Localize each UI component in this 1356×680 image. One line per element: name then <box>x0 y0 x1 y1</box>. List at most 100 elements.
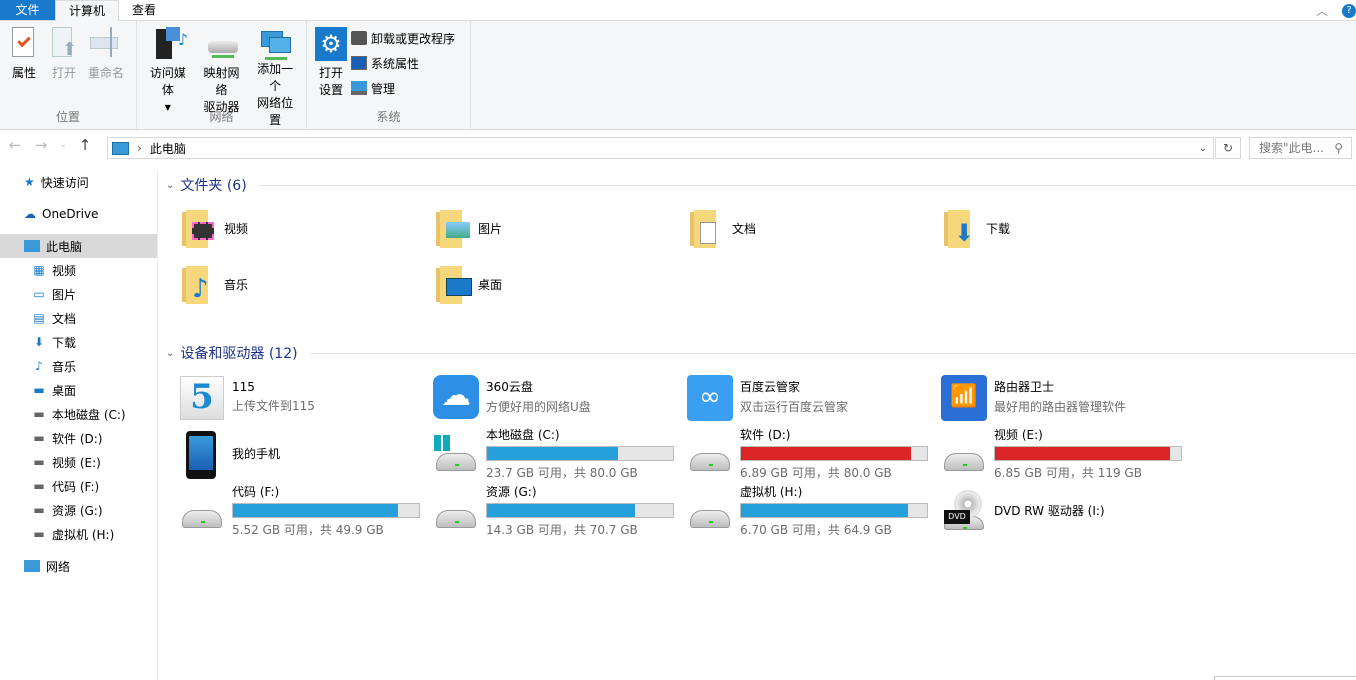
folder-item[interactable]: 图片 <box>432 200 686 256</box>
breadcrumb-this-pc[interactable]: 此电脑 <box>150 140 186 157</box>
baidu-cloud-icon: ∞ <box>686 374 733 421</box>
device-item[interactable]: ☁ 360云盘 方便好用的网络U盘 <box>432 368 686 425</box>
group-system: ⚙ 打开 设置 卸载或更改程序 系统属性 管理 系统 <box>307 21 471 129</box>
folder-label: 图片 <box>478 221 503 236</box>
sidebar-item[interactable]: ▬ 软件 (D:) <box>0 426 157 450</box>
drive-item[interactable]: 虚拟机 (H:) 6.70 GB 可用，共 64.9 GB <box>686 482 940 539</box>
group-label-network: 网络 <box>209 110 234 124</box>
drive-space-info: 6.70 GB 可用，共 64.9 GB <box>740 523 892 537</box>
manage-button[interactable]: 管理 <box>351 79 455 97</box>
sidebar-label: 图片 <box>52 287 77 302</box>
sidebar-label: 视频 (E:) <box>52 455 101 470</box>
sidebar-item[interactable]: ▬ 本地磁盘 (C:) <box>0 402 157 426</box>
sidebar-item[interactable]: ▬ 虚拟机 (H:) <box>0 522 157 546</box>
search-input[interactable]: 搜索"此电... ⚲ <box>1249 137 1352 159</box>
forward-button[interactable]: → <box>32 136 50 154</box>
sidebar-item-onedrive[interactable]: ☁ OneDrive <box>0 202 157 226</box>
drive-item[interactable]: 软件 (D:) 6.89 GB 可用，共 80.0 GB <box>686 425 940 482</box>
sidebar-item[interactable]: ⬇ 下载 <box>0 330 157 354</box>
device-item[interactable]: ∞ 百度云管家 双击运行百度云管家 <box>686 368 940 425</box>
gear-icon: ⚙ <box>315 27 347 61</box>
access-media-label: 访问媒体 <box>149 66 186 97</box>
sidebar-label: 代码 (F:) <box>52 479 100 494</box>
device-name: 路由器卫士 <box>994 380 1055 394</box>
dvd-drive-icon: DVD <box>940 488 986 534</box>
device-item[interactable]: 📶 路由器卫士 最好用的路由器管理软件 <box>940 368 1194 425</box>
rename-icon <box>90 27 122 61</box>
drive-usage-bar <box>740 446 928 461</box>
ribbon-tabs: 文件 计算机 查看 ︿? <box>0 0 1356 21</box>
drive-name: 资源 (G:) <box>486 485 537 499</box>
tab-file[interactable]: 文件 <box>0 0 55 20</box>
folder-label: 视频 <box>224 221 249 236</box>
folder-item[interactable]: 桌面 <box>432 256 686 312</box>
sidebar-item[interactable]: ▭ 图片 <box>0 282 157 306</box>
folder-item[interactable]: 文档 <box>686 200 940 256</box>
drive-item[interactable]: 本地磁盘 (C:) 23.7 GB 可用，共 80.0 GB <box>432 425 686 482</box>
sidebar-item[interactable]: ▬ 桌面 <box>0 378 157 402</box>
360-cloud-icon: ☁ <box>432 374 479 420</box>
recent-locations-button[interactable]: ⌄ <box>58 140 68 150</box>
drive-item[interactable]: 视频 (E:) 6.85 GB 可用，共 119 GB <box>940 425 1194 482</box>
drive-name: 虚拟机 (H:) <box>740 485 803 499</box>
system-properties-button[interactable]: 系统属性 <box>351 54 455 72</box>
drive-item[interactable]: 代码 (F:) 5.52 GB 可用，共 49.9 GB <box>178 482 432 539</box>
tab-computer[interactable]: 计算机 <box>55 0 120 21</box>
sidebar-label: 桌面 <box>52 383 77 398</box>
drive-usage-bar <box>740 503 928 518</box>
sidebar-label: 文档 <box>52 311 77 326</box>
drive-name: 软件 (D:) <box>740 428 791 442</box>
device-description: 双击运行百度云管家 <box>740 400 849 414</box>
chevron-down-icon[interactable]: ⌄ <box>1199 143 1207 154</box>
tab-view[interactable]: 查看 <box>119 0 169 20</box>
drive-space-info: 14.3 GB 可用，共 70.7 GB <box>486 523 638 537</box>
rename-label: 重命名 <box>88 66 125 80</box>
address-input[interactable]: › 此电脑 ⌄ <box>107 137 1214 159</box>
group-label-system: 系统 <box>376 110 401 124</box>
device-name: 115 <box>232 379 255 394</box>
collapse-ribbon-icon[interactable]: ︿ <box>1316 2 1328 19</box>
sidebar-item[interactable]: ▦ 视频 <box>0 258 157 282</box>
up-button[interactable]: ↑ <box>76 136 94 154</box>
sidebar-label: OneDrive <box>42 207 99 221</box>
dvd-drive-item[interactable]: DVD DVD RW 驱动器 (I:) <box>940 482 1194 539</box>
folder-item[interactable]: 视频 <box>178 200 432 256</box>
network-icon <box>24 560 40 572</box>
sidebar-item[interactable]: ▤ 文档 <box>0 306 157 330</box>
drive-item[interactable]: 资源 (G:) 14.3 GB 可用，共 70.7 GB <box>432 482 686 539</box>
picture-icon: ▭ <box>33 287 45 301</box>
open-settings-label-1: 打开 <box>318 66 343 80</box>
sidebar-item-quick-access[interactable]: ★ 快速访问 <box>0 170 157 194</box>
drive-name: 代码 (F:) <box>232 485 280 499</box>
folders-grid: 视频 图片 文档 ⬇ 下载 ♪ 音乐 桌面 <box>160 200 1356 312</box>
add-location-label-1: 添加一个 <box>257 62 294 93</box>
hard-drive-icon <box>432 488 478 534</box>
sidebar-label: 资源 (G:) <box>52 503 103 518</box>
uninstall-button[interactable]: 卸载或更改程序 <box>351 29 455 47</box>
refresh-button[interactable]: ↻ <box>1215 137 1241 159</box>
folder-item[interactable]: ⬇ 下载 <box>940 200 1194 256</box>
drive-icon: ▬ <box>33 407 45 421</box>
devices-section-header[interactable]: ⌄ 设备和驱动器 (12) <box>160 338 1356 368</box>
windows-drive-icon <box>432 431 478 477</box>
sidebar-item[interactable]: ▬ 资源 (G:) <box>0 498 157 522</box>
sidebar-item[interactable]: ▬ 视频 (E:) <box>0 450 157 474</box>
folders-section-header[interactable]: ⌄ 文件夹 (6) <box>160 170 1356 200</box>
download-icon: ⬇ <box>33 335 45 349</box>
desktop-icon: ▬ <box>33 383 45 397</box>
drive-name: 本地磁盘 (C:) <box>486 428 560 442</box>
device-item[interactable]: 5 115 上传文件到115 <box>178 368 432 425</box>
sidebar-item-this-pc[interactable]: 此电脑 <box>0 234 157 258</box>
sidebar-item-network[interactable]: 网络 <box>0 554 157 578</box>
folder-item[interactable]: ♪ 音乐 <box>178 256 432 312</box>
music-icon: ♪ <box>35 359 43 373</box>
sidebar-item[interactable]: ♪ 音乐 <box>0 354 157 378</box>
back-button[interactable]: ← <box>6 136 24 154</box>
115-icon: 5 <box>178 374 224 420</box>
folder-picture-icon <box>432 208 472 248</box>
help-icon[interactable]: ? <box>1342 3 1356 18</box>
device-description: 最好用的路由器管理软件 <box>994 400 1127 414</box>
sidebar-item[interactable]: ▬ 代码 (F:) <box>0 474 157 498</box>
device-item-phone[interactable]: 我的手机 <box>178 425 432 482</box>
sidebar-label: 视频 <box>52 263 77 278</box>
